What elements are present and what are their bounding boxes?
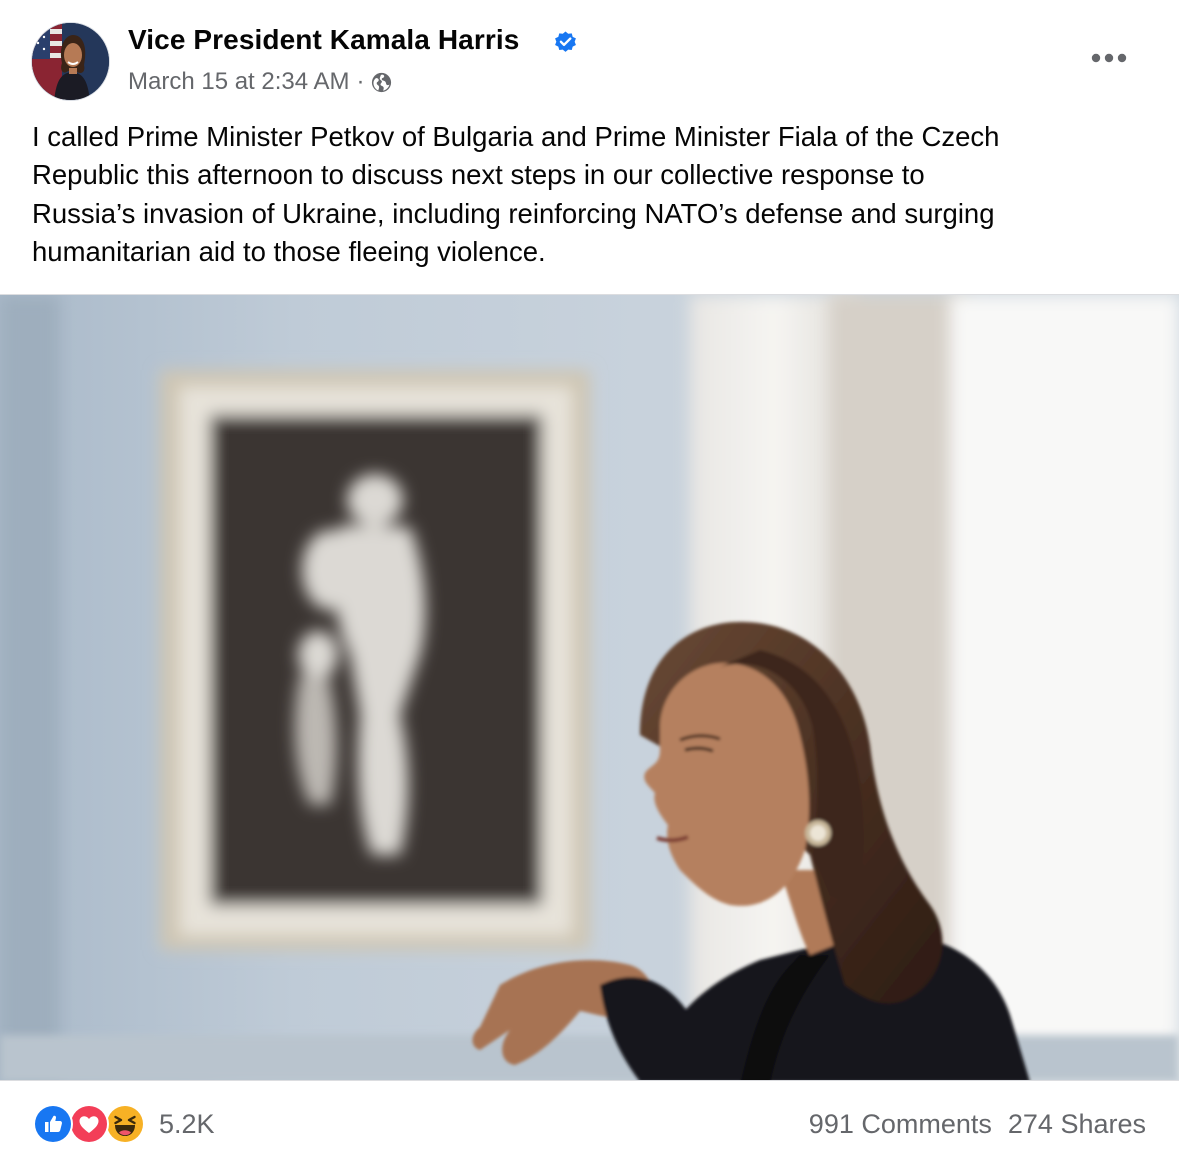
verified-badge-icon	[555, 31, 576, 52]
post-message-line: Russia’s invasion of Ukraine, including …	[32, 197, 995, 229]
reaction-icons	[33, 1104, 147, 1144]
shares-count-link[interactable]: 274 Shares	[1008, 1109, 1146, 1140]
page-name[interactable]: Vice President Kamala Harris	[128, 24, 519, 56]
reaction-count: 5.2K	[159, 1108, 215, 1139]
post-header: Vice President Kamala Harris March 15 at…	[0, 0, 1179, 110]
haha-reaction-icon	[107, 1106, 143, 1142]
engagement-summary: 991 Comments 274 Shares	[809, 1106, 1146, 1142]
like-reaction	[33, 1104, 73, 1144]
more-options-button[interactable]	[1084, 40, 1134, 76]
globe-icon[interactable]	[370, 71, 393, 94]
photo-image	[0, 295, 1179, 1080]
like-reaction-icon	[35, 1106, 71, 1142]
post-message-line: I called Prime Minister Petkov of Bulgar…	[32, 121, 1000, 152]
reactions-summary[interactable]: 5.2K	[33, 1104, 215, 1144]
post-message-line: Republic this afternoon to discuss next …	[32, 159, 925, 191]
comments-count-link[interactable]: 991 Comments	[809, 1109, 992, 1140]
post-timestamp[interactable]: March 15 at 2:34 AM	[128, 68, 349, 96]
post-message-line: humanitarian aid to those fleeing violen…	[32, 235, 546, 267]
more-options-icon	[1091, 53, 1127, 63]
post-message: I called Prime Minister Petkov of Bulgar…	[32, 118, 1142, 271]
post-photo[interactable]	[0, 294, 1179, 1081]
meta-separator: ·	[356, 68, 365, 95]
love-reaction	[69, 1104, 109, 1144]
avatar-image	[32, 23, 109, 100]
post-footer: 5.2K 991 Comments 274 Shares	[0, 1081, 1179, 1163]
haha-reaction	[105, 1104, 145, 1144]
love-reaction-icon	[71, 1106, 107, 1142]
post-meta: March 15 at 2:34 AM ·	[128, 66, 393, 98]
facebook-post: Vice President Kamala Harris March 15 at…	[0, 0, 1179, 1163]
page-avatar[interactable]	[31, 22, 110, 101]
